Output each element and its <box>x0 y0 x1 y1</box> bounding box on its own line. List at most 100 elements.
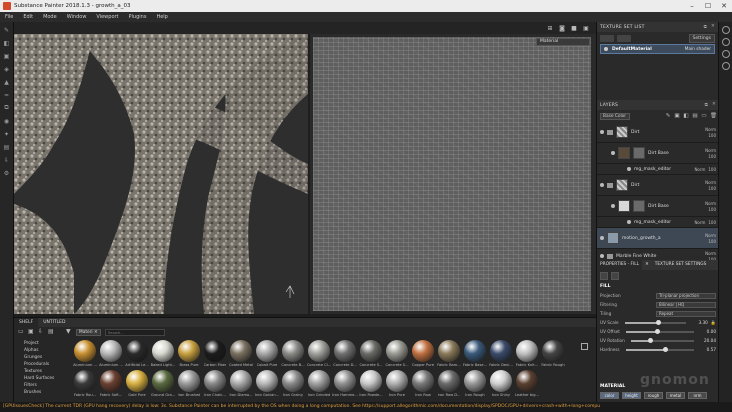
material-preset[interactable]: Ground Gra... <box>150 370 176 400</box>
view-mode-icon[interactable]: ⊞ <box>544 25 556 32</box>
visibility-icon[interactable] <box>611 204 615 208</box>
visibility-icon[interactable] <box>611 151 615 155</box>
menu-plugins[interactable]: Plugins <box>124 14 152 20</box>
projection-icon[interactable]: ▣ <box>2 51 12 61</box>
material-preset[interactable]: Coated Metal <box>228 340 254 370</box>
material-preset[interactable]: Iron Grinded <box>306 370 332 400</box>
filter-chip[interactable]: Materi ✕ <box>76 328 101 336</box>
channel-dropdown[interactable]: Base Color <box>600 112 630 120</box>
render-icon[interactable]: ▤ <box>2 142 12 152</box>
material-preset[interactable]: Artificial Le... <box>124 340 150 370</box>
texture-set-item[interactable]: DefaultMaterial Main shader <box>600 44 715 54</box>
uv-offset-value[interactable]: 0.00 <box>700 329 716 334</box>
material-preset[interactable]: Cobalt Pure <box>254 340 280 370</box>
viewport-2d[interactable]: Material <box>310 34 596 314</box>
visibility-icon[interactable] <box>600 130 604 134</box>
add-layer-icon[interactable]: ▤ <box>692 113 698 119</box>
material-preset[interactable]: Concrete Cl... <box>306 340 332 370</box>
material-preset[interactable]: Iron Powde... <box>358 370 384 400</box>
hardness-value[interactable]: 0.57 <box>700 347 716 352</box>
material-preset[interactable]: Carbon Fiber <box>202 340 228 370</box>
filtering-dropdown[interactable]: Bilinear | HQ <box>656 301 716 308</box>
menu-file[interactable]: File <box>0 14 18 20</box>
material-preset[interactable]: Fabric Knit... <box>514 340 540 370</box>
delete-layer-icon[interactable]: 🗑 <box>710 113 717 119</box>
material-preset[interactable]: Copper Pure <box>410 340 436 370</box>
material-preset[interactable]: Fabric Deni... <box>488 340 514 370</box>
folder-icon[interactable]: ▭ <box>18 329 24 335</box>
uv-scale-value[interactable]: 3.30 <box>692 320 707 325</box>
shelf-search-input[interactable] <box>104 328 165 336</box>
nrm-channel-button[interactable]: nrm <box>688 392 707 399</box>
menu-window[interactable]: Window <box>62 14 92 20</box>
maximize-icon[interactable]: ☐ <box>700 2 716 10</box>
screenshot-icon[interactable]: ◙ <box>556 25 568 32</box>
close-panel-icon[interactable]: ✕ <box>712 102 716 108</box>
material-preset[interactable]: Aluminium ... <box>98 340 124 370</box>
layer-effect[interactable]: mg_mask_editor Norm 100 <box>597 164 719 175</box>
filter-icon[interactable]: ▼ <box>66 329 72 335</box>
material-preset[interactable]: Concrete D... <box>332 340 358 370</box>
opacity[interactable]: 100 <box>708 207 716 212</box>
menu-viewport[interactable]: Viewport <box>91 14 123 20</box>
tab-texture-set-settings[interactable]: TEXTURE SET SETTINGS <box>652 260 710 270</box>
material-preset[interactable]: Iron Raw <box>410 370 436 400</box>
material-preset[interactable]: Fabric Rou... <box>72 370 98 400</box>
material-preset[interactable]: Gold Pure <box>124 370 150 400</box>
material-preset[interactable]: Iron Raw D... <box>436 370 462 400</box>
shelf-category-item[interactable]: Alphas <box>24 348 66 355</box>
rough-channel-button[interactable]: rough <box>644 392 663 399</box>
uv-rotation-value[interactable]: 20.04 <box>700 338 716 343</box>
shelf-category-item[interactable]: Project <box>24 341 66 348</box>
minimize-icon[interactable]: – <box>684 2 700 10</box>
material-preset[interactable]: Iron Grainy <box>280 370 306 400</box>
texture-set-list-dock-icon[interactable] <box>721 26 730 34</box>
add-effect-icon[interactable]: ✎ <box>665 113 671 119</box>
opacity[interactable]: 100 <box>708 154 716 159</box>
smudge-icon[interactable]: ≈ <box>2 90 12 100</box>
shelf-category-item[interactable]: Hard Surfaces <box>24 376 66 383</box>
blend-mode[interactable]: Norm <box>694 220 705 225</box>
material-preset[interactable]: Concrete S... <box>358 340 384 370</box>
tab-shelf[interactable]: SHELF <box>14 318 39 327</box>
material-preset[interactable]: Fabric Bam... <box>436 340 462 370</box>
tab-untitled[interactable]: UNTITLED <box>38 318 70 327</box>
material-preset[interactable]: Concrete B... <box>280 340 306 370</box>
visibility-icon[interactable] <box>600 183 604 187</box>
hardness-slider[interactable] <box>625 346 694 352</box>
material-preset[interactable]: Iron Brushed <box>176 370 202 400</box>
opacity[interactable]: 100 <box>708 133 716 138</box>
export-icon[interactable]: ⇩ <box>2 155 12 165</box>
grid-view-icon[interactable] <box>581 343 588 350</box>
layer-item[interactable]: Dirt Base Norm 100 <box>597 196 719 217</box>
uv-scale-slider[interactable] <box>624 319 686 325</box>
blend-mode[interactable]: Norm <box>705 201 716 206</box>
camera-icon[interactable]: ■ <box>568 25 580 32</box>
layer-item[interactable]: Dirt Base Norm 100 <box>597 143 719 164</box>
projection-dropdown[interactable]: Tri-planar projection <box>656 292 716 299</box>
material-preset[interactable]: Iron Galvan... <box>254 370 280 400</box>
settings-icon[interactable]: ⚙ <box>2 168 12 178</box>
blend-mode[interactable]: Norm <box>694 167 705 172</box>
add-folder-icon[interactable]: ▭ <box>701 113 707 119</box>
history-dock-icon[interactable] <box>721 38 730 46</box>
material-mode-dropdown[interactable]: Material <box>536 38 590 46</box>
visibility-icon[interactable] <box>627 167 631 171</box>
material-preset[interactable]: Iron Shiny <box>488 370 514 400</box>
blend-mode[interactable]: Norm <box>705 148 716 153</box>
add-mask-icon[interactable]: ▣ <box>674 113 680 119</box>
opacity[interactable]: 100 <box>708 186 716 191</box>
settings-dropdown[interactable]: Settings <box>688 33 715 43</box>
opacity[interactable]: 100 <box>708 239 716 244</box>
visibility-icon[interactable] <box>600 254 604 258</box>
menu-mode[interactable]: Mode <box>38 14 62 20</box>
close-icon[interactable]: ✕ <box>716 2 732 10</box>
material-picker-icon[interactable]: ◉ <box>2 116 12 126</box>
visibility-icon[interactable] <box>600 236 604 240</box>
eraser-icon[interactable]: ◧ <box>2 38 12 48</box>
geometry-decal-icon[interactable]: ◈ <box>2 64 12 74</box>
opacity[interactable]: 100 <box>708 167 716 172</box>
layer-folder[interactable]: Dirt Norm 100 <box>597 175 719 196</box>
shelf-category-item[interactable]: Textures <box>24 369 66 376</box>
material-preset[interactable]: Fabric Soft... <box>98 370 124 400</box>
